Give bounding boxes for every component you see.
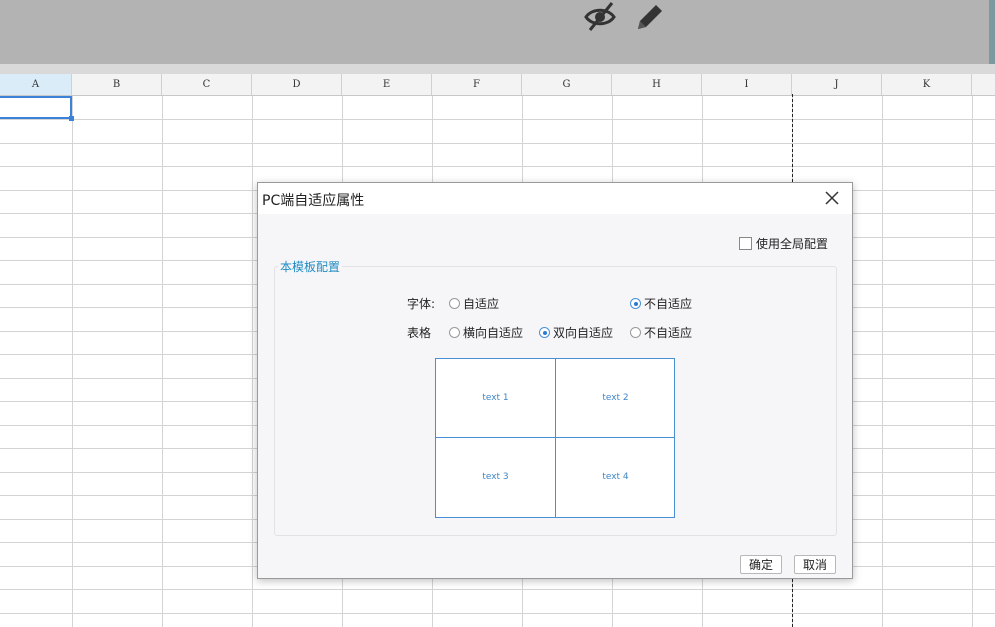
use-global-config-checkbox[interactable]: 使用全局配置 bbox=[738, 235, 828, 252]
ok-button[interactable]: 确定 bbox=[740, 555, 783, 574]
grid-column-line bbox=[72, 96, 73, 627]
grid-row-line bbox=[0, 143, 995, 144]
table-bidirectional-adaptive-radio[interactable]: 双向自适应 bbox=[539, 324, 613, 341]
fill-handle[interactable] bbox=[69, 116, 74, 121]
preview-cell: text 3 bbox=[482, 472, 509, 482]
table-not-adaptive-label: 不自适应 bbox=[644, 326, 693, 340]
font-adaptive-radio[interactable]: 自适应 bbox=[449, 295, 499, 312]
column-header-f[interactable]: F bbox=[432, 74, 522, 95]
column-header-a[interactable]: A bbox=[0, 74, 72, 95]
radio-selected-icon[interactable] bbox=[630, 298, 641, 309]
table-horizontal-adaptive-radio[interactable]: 横向自适应 bbox=[449, 324, 523, 341]
font-not-adaptive-label: 不自适应 bbox=[644, 297, 693, 311]
radio-icon[interactable] bbox=[449, 298, 460, 309]
checkbox-icon[interactable] bbox=[738, 237, 752, 250]
preview-cell: text 2 bbox=[602, 393, 629, 403]
use-global-config-label: 使用全局配置 bbox=[755, 237, 828, 251]
eye-off-icon[interactable] bbox=[582, 0, 618, 34]
close-icon[interactable] bbox=[824, 190, 840, 206]
radio-icon[interactable] bbox=[449, 327, 460, 338]
column-header-i[interactable]: I bbox=[702, 74, 792, 95]
pencil-icon[interactable] bbox=[632, 0, 668, 34]
column-header-k[interactable]: K bbox=[882, 74, 972, 95]
column-header-b[interactable]: B bbox=[72, 74, 162, 95]
selected-cell[interactable] bbox=[0, 96, 72, 119]
column-header-e[interactable]: E bbox=[342, 74, 432, 95]
grid-column-line bbox=[882, 96, 883, 627]
column-header-h[interactable]: H bbox=[612, 74, 702, 95]
table-not-adaptive-radio[interactable]: 不自适应 bbox=[630, 324, 692, 341]
preview-cell: text 4 bbox=[602, 472, 629, 482]
column-header-g[interactable]: G bbox=[522, 74, 612, 95]
adaptive-properties-dialog: PC端自适应属性 使用全局配置 本模板配置 字体: 自适应 不自适应 表格 横向… bbox=[257, 182, 853, 579]
toolbar-divider bbox=[0, 64, 995, 74]
table-horizontal-adaptive-label: 横向自适应 bbox=[463, 326, 524, 340]
preview-cell: text 1 bbox=[482, 393, 509, 403]
font-not-adaptive-radio[interactable]: 不自适应 bbox=[630, 295, 692, 312]
layout-preview: text 1 text 2 text 3 text 4 bbox=[435, 358, 675, 518]
grid-column-line bbox=[972, 96, 973, 627]
radio-selected-icon[interactable] bbox=[539, 327, 550, 338]
column-header-j[interactable]: J bbox=[792, 74, 882, 95]
column-header-c[interactable]: C bbox=[162, 74, 252, 95]
column-headers: A B C D E F G H I J K bbox=[0, 74, 995, 96]
grid-row-line bbox=[0, 119, 995, 120]
font-row-label: 字体: bbox=[407, 297, 436, 311]
grid-row-line bbox=[0, 589, 995, 590]
grid-row-line bbox=[0, 166, 995, 167]
column-header-d[interactable]: D bbox=[252, 74, 342, 95]
dialog-title-bar: PC端自适应属性 bbox=[258, 183, 852, 214]
grid-column-line bbox=[162, 96, 163, 627]
cancel-button[interactable]: 取消 bbox=[794, 555, 837, 574]
template-config-legend: 本模板配置 bbox=[278, 258, 343, 275]
dialog-title: PC端自适应属性 bbox=[262, 193, 365, 209]
radio-icon[interactable] bbox=[630, 327, 641, 338]
grid-row-line bbox=[0, 613, 995, 614]
grid-column-line bbox=[252, 96, 253, 627]
table-row-label: 表格 bbox=[407, 326, 432, 340]
top-toolbar bbox=[0, 0, 989, 64]
font-adaptive-label: 自适应 bbox=[463, 297, 500, 311]
table-bidirectional-adaptive-label: 双向自适应 bbox=[553, 326, 614, 340]
toolbar-edge bbox=[989, 0, 995, 64]
